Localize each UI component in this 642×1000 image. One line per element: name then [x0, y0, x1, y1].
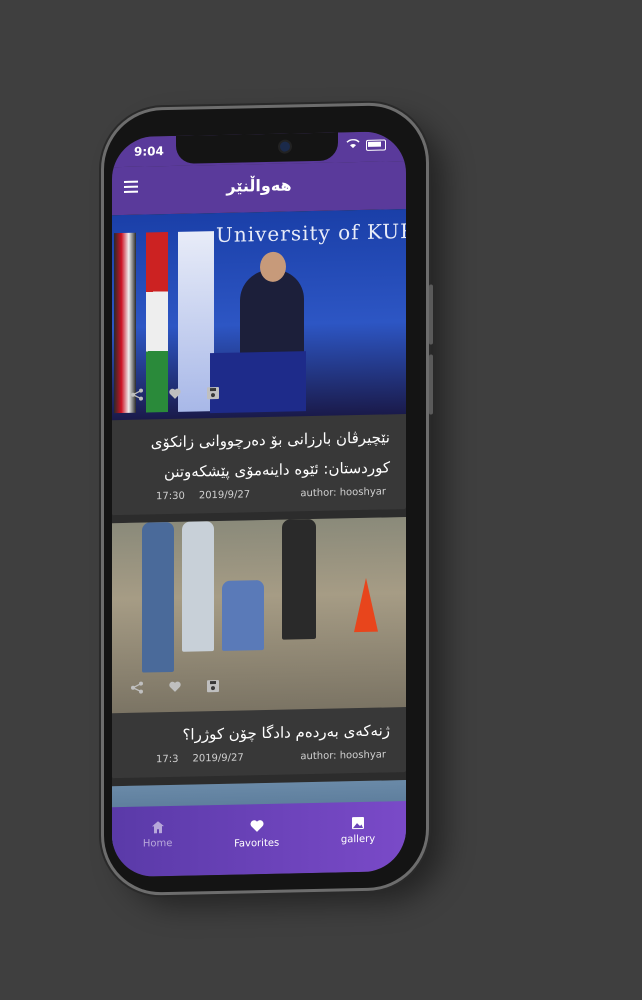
banner-text: University of KURDISTAN	[216, 216, 406, 248]
app-screen: 9:04 هەواڵنێر University of KURDISTAN نێ…	[112, 131, 406, 878]
person-figure	[282, 518, 316, 640]
battery-icon	[366, 139, 386, 151]
person-figure	[222, 580, 264, 651]
article-headline[interactable]: ژنەکەی بەردەم دادگا چۆن کوژرا؟	[112, 707, 406, 751]
save-icon[interactable]	[206, 385, 220, 404]
side-button	[429, 284, 433, 345]
tab-gallery[interactable]: gallery	[340, 816, 376, 846]
heart-icon[interactable]	[168, 386, 182, 405]
app-bar: هەواڵنێر	[112, 161, 406, 216]
news-feed[interactable]: University of KURDISTAN نێچیرڤان بارزانی…	[112, 209, 406, 877]
save-icon[interactable]	[206, 678, 220, 697]
article-card[interactable]: ژنەکەی بەردەم دادگا چۆن کوژرا؟ 17:3 2019…	[112, 517, 406, 779]
status-time: 9:04	[134, 144, 164, 159]
article-author: author: hooshyar	[300, 749, 386, 763]
tab-home[interactable]: Home	[142, 820, 173, 850]
article-author: author: hooshyar	[300, 486, 386, 500]
home-icon	[151, 820, 165, 838]
side-button	[429, 354, 433, 415]
article-actions	[130, 385, 220, 406]
article-time: 17:3	[156, 753, 179, 766]
person-figure	[182, 521, 214, 652]
notch	[176, 132, 338, 164]
article-time: 17:30	[156, 490, 185, 503]
article-headline[interactable]: نێچیرڤان بارزانی بۆ دەرچووانی زانکۆی کور…	[112, 414, 406, 488]
tab-favorites-label: Favorites	[234, 837, 280, 850]
article-image[interactable]	[112, 517, 406, 714]
article-meta: 17:3 2019/9/27 author: hooshyar	[112, 745, 406, 778]
article-date: 2019/9/27	[198, 489, 251, 502]
article-date: 2019/9/27	[192, 752, 244, 765]
tab-gallery-label: gallery	[340, 833, 376, 846]
traffic-cone	[354, 577, 378, 633]
share-icon[interactable]	[130, 680, 144, 699]
article-card[interactable]: University of KURDISTAN نێچیرڤان بارزانی…	[112, 209, 406, 516]
image-icon	[351, 816, 365, 834]
tab-favorites[interactable]: Favorites	[234, 818, 279, 850]
app-title: هەواڵنێر	[226, 175, 292, 196]
article-actions	[130, 678, 220, 699]
phone-frame: 9:04 هەواڵنێر University of KURDISTAN نێ…	[104, 104, 433, 894]
podium	[210, 351, 306, 414]
article-meta: 17:30 2019/9/27 author: hooshyar	[112, 482, 406, 515]
bottom-tab-bar: Home Favorites gallery	[112, 801, 406, 878]
share-icon[interactable]	[130, 387, 144, 406]
camera-icon	[280, 141, 290, 152]
person-figure	[142, 521, 174, 673]
wifi-icon	[346, 138, 360, 152]
heart-icon	[249, 818, 265, 838]
status-icons	[346, 138, 386, 152]
heart-icon[interactable]	[168, 679, 182, 698]
article-image[interactable]: University of KURDISTAN	[112, 209, 406, 421]
tab-home-label: Home	[142, 837, 173, 850]
